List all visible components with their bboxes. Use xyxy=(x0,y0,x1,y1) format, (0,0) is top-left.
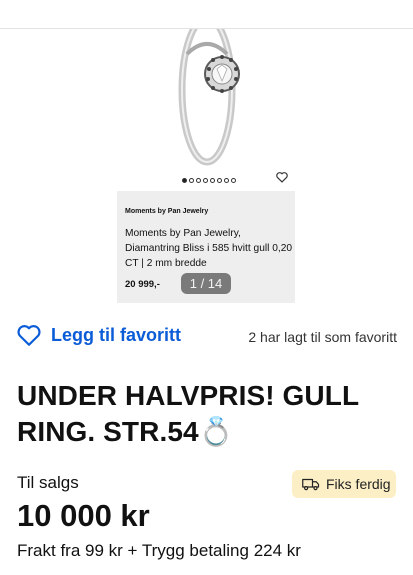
gallery-dot[interactable] xyxy=(224,178,229,183)
card-brand: Moments by Pan Jewelry xyxy=(125,208,209,215)
gallery-dot[interactable] xyxy=(217,178,222,183)
top-bar xyxy=(0,0,413,29)
favorite-row: Legg til favoritt 2 har lagt til som fav… xyxy=(0,320,413,352)
product-info-card: Moments by Pan Jewelry Moments by Pan Je… xyxy=(117,191,295,303)
shipping-info: Frakt fra 99 kr + Trygg betaling 224 kr xyxy=(17,541,301,560)
ring-product-photo xyxy=(117,29,295,191)
gallery-dot[interactable] xyxy=(203,178,208,183)
badge-label: Fiks ferdig xyxy=(326,476,391,492)
sale-status: Til salgs xyxy=(17,473,79,492)
heart-outline-icon xyxy=(17,325,41,346)
image-gallery[interactable]: Moments by Pan Jewelry Moments by Pan Je… xyxy=(0,29,413,306)
card-price: 20 999,- xyxy=(125,279,160,290)
gallery-dot[interactable] xyxy=(231,178,236,183)
fiks-ferdig-badge: Fiks ferdig xyxy=(292,470,396,498)
gallery-dot[interactable] xyxy=(196,178,201,183)
card-title: Moments by Pan Jewelry, Diamantring Blis… xyxy=(125,228,293,269)
gallery-dot[interactable] xyxy=(189,178,194,183)
add-favorite-button[interactable]: Legg til favoritt xyxy=(16,322,181,348)
listing-title: UNDER HALVPRIS! GULL RING. STR.54💍 xyxy=(17,380,359,447)
favorite-count: 2 har lagt til som favoritt xyxy=(248,329,397,345)
gallery-pagination-dots[interactable] xyxy=(182,178,236,184)
delivery-truck-icon xyxy=(302,478,320,491)
gallery-dot[interactable] xyxy=(182,178,187,183)
listing-price: 10 000 kr xyxy=(17,498,150,533)
add-favorite-label: Legg til favoritt xyxy=(51,324,181,345)
gallery-dot[interactable] xyxy=(210,178,215,183)
image-counter: 1 / 14 xyxy=(181,273,231,294)
heart-small-icon[interactable] xyxy=(275,170,289,184)
